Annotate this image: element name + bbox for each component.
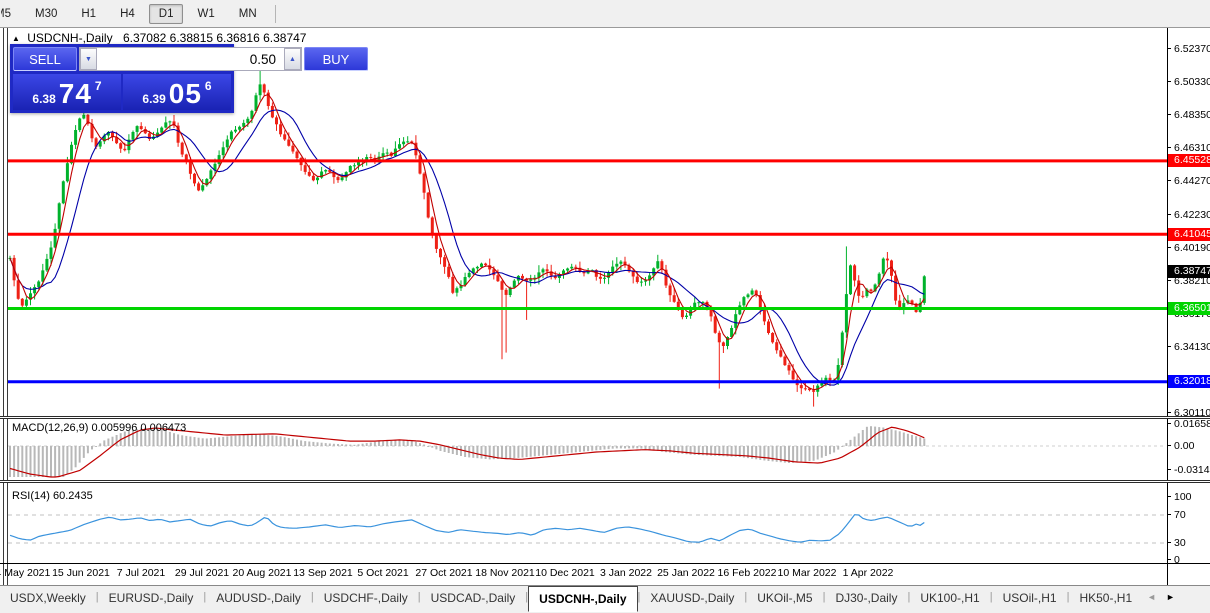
chart-symbol-period: USDCNH-,Daily [27, 31, 112, 45]
chart-tab-hk50-h1[interactable]: HK50-,H1 [1069, 587, 1142, 610]
chart-tab-usdchf-daily[interactable]: USDCHF-,Daily [314, 587, 418, 610]
macd-indicator-title: MACD(12,26,9) 0.005996 0.006473 [12, 422, 186, 434]
date-axis-label: 25 Jan 2022 [657, 567, 715, 579]
timeframe-button-m5[interactable]: M5 [0, 4, 21, 24]
chart-tab-xauusd-daily[interactable]: XAUUSD-,Daily [640, 587, 744, 610]
date-axis-label: 13 Sep 2021 [293, 567, 353, 579]
buy-price-integer: 6.39 [142, 91, 165, 107]
price-level-label: 6.32018 [1168, 375, 1210, 388]
chart-tab-dj30-daily[interactable]: DJ30-,Daily [825, 587, 907, 610]
rsi-indicator-title: RSI(14) 60.2435 [12, 490, 93, 502]
volume-decrease-button[interactable]: ▼ [80, 48, 97, 70]
date-axis-label: 1 Apr 2022 [843, 567, 894, 579]
trading-platform-window: M5M30H1H4D1W1MN ▲ USDCNH-,Daily 6.37082 … [0, 0, 1210, 613]
toolbar-separator [275, 5, 276, 23]
sell-price-pips: 74 [59, 81, 92, 107]
timeframe-button-m30[interactable]: M30 [25, 4, 67, 24]
price-level-label: 6.45528 [1168, 154, 1210, 167]
price-axis-tick: 6.50330 [1167, 76, 1210, 88]
price-level-label: 6.36501 [1168, 302, 1210, 315]
timeframe-button-list: M5M30H1H4D1W1MN [0, 4, 269, 24]
date-axis-label: 10 Mar 2022 [778, 567, 837, 579]
timeframe-button-h4[interactable]: H4 [110, 4, 145, 24]
date-axis-label: 18 Nov 2021 [475, 567, 535, 579]
buy-price-pips: 05 [169, 81, 202, 107]
ma-slow-line[interactable] [10, 110, 924, 385]
rsi-panel-bottom-border [0, 563, 1210, 564]
macd-signal-line [10, 427, 924, 477]
volume-increase-button[interactable]: ▲ [284, 48, 301, 70]
volume-stepper: ▼ ▲ [79, 47, 302, 71]
buy-price-display[interactable]: 6.39 05 6 [123, 74, 231, 110]
chevron-down-icon: ▼ [85, 56, 92, 63]
date-axis: 24 May 202115 Jun 2021 7 Jul 2021 29 Jul 2… [0, 566, 1210, 583]
rsi-axis-tick: 30 [1167, 537, 1186, 549]
price-axis-tick: 6.40190 [1167, 242, 1210, 254]
panel-separator[interactable] [0, 416, 1210, 419]
trade-panel-top-row: SELL ▼ ▲ BUY [13, 47, 231, 71]
chart-ohlc-values: 6.37082 6.38815 6.36816 6.38747 [123, 31, 307, 45]
price-level-label: 6.41045 [1168, 228, 1210, 241]
timeframe-toolbar: M5M30H1H4D1W1MN [0, 0, 1210, 28]
rsi-line [10, 515, 924, 543]
trade-panel-price-row: 6.38 74 7 6.39 05 6 [13, 74, 231, 110]
rsi-axis-tick: 0 [1167, 554, 1180, 566]
sell-price-point: 7 [95, 79, 102, 93]
buy-price-point: 6 [205, 79, 212, 93]
timeframe-button-w1[interactable]: W1 [187, 4, 224, 24]
chart-tab-usdcnh-daily[interactable]: USDCNH-,Daily [528, 586, 637, 612]
date-axis-label: 15 Jun 2021 [52, 567, 110, 579]
price-axis-tick: 6.48350 [1167, 109, 1210, 121]
macd-axis-tick: -0.031421 [1167, 464, 1210, 476]
buy-button[interactable]: BUY [304, 47, 368, 71]
macd-axis-tick: 0.016586 [1167, 418, 1210, 430]
chart-tab-eurusd-daily[interactable]: EURUSD-,Daily [99, 587, 204, 610]
panel-separator[interactable] [0, 480, 1210, 483]
date-axis-label: 7 Jul 2021 [117, 567, 165, 579]
timeframe-button-h1[interactable]: H1 [71, 4, 106, 24]
tab-scroll-right-icon[interactable]: ► [1161, 586, 1180, 608]
date-axis-label: 10 Dec 2021 [535, 567, 595, 579]
date-axis-label: 24 May 2021 [0, 567, 50, 579]
sell-price-integer: 6.38 [32, 91, 55, 107]
date-axis-label: 29 Jul 2021 [175, 567, 229, 579]
chart-tab-bar: USDX,Weekly|EURUSD-,Daily|AUDUSD-,Daily|… [0, 585, 1210, 613]
timeframe-button-mn[interactable]: MN [229, 4, 267, 24]
one-click-trade-panel: SELL ▼ ▲ BUY 6.38 74 7 6.39 05 6 [10, 44, 234, 113]
chart-tab-usdcad-daily[interactable]: USDCAD-,Daily [421, 587, 526, 610]
chart-title: ▲ USDCNH-,Daily 6.37082 6.38815 6.36816 … [12, 31, 306, 45]
price-axis-tick: 6.44270 [1167, 175, 1210, 187]
timeframe-button-d1[interactable]: D1 [149, 4, 184, 24]
price-axis-tick: 6.52370 [1167, 43, 1210, 55]
rsi-axis-tick: 100 [1167, 491, 1192, 503]
price-axis-tick: 6.46310 [1167, 142, 1210, 154]
date-axis-label: 20 Aug 2021 [233, 567, 292, 579]
price-axis-tick: 6.34130 [1167, 341, 1210, 353]
sell-button[interactable]: SELL [13, 47, 77, 71]
rsi-indicator-plot[interactable] [0, 484, 1210, 563]
date-axis-label: 5 Oct 2021 [357, 567, 408, 579]
chart-tab-uk100-h1[interactable]: UK100-,H1 [910, 587, 989, 610]
date-axis-label: 16 Feb 2022 [718, 567, 777, 579]
chevron-up-icon: ▲ [289, 56, 296, 63]
date-axis-label: 27 Oct 2021 [415, 567, 472, 579]
volume-input[interactable] [97, 48, 284, 70]
chart-tab-audusd-daily[interactable]: AUDUSD-,Daily [206, 587, 311, 610]
ma-fast-line[interactable] [10, 95, 924, 390]
macd-axis-tick: 0.00 [1167, 440, 1194, 452]
date-axis-label: 3 Jan 2022 [600, 567, 652, 579]
chart-tab-usoil-h1[interactable]: USOil-,H1 [993, 587, 1067, 610]
candlestick-series [9, 68, 926, 407]
chart-tab-ukoil-m5[interactable]: UKOil-,M5 [747, 587, 822, 610]
sell-price-display[interactable]: 6.38 74 7 [13, 74, 121, 110]
price-axis-tick: 6.42230 [1167, 209, 1210, 221]
current-price-label: 6.38747 [1168, 265, 1210, 278]
rsi-axis-tick: 70 [1167, 509, 1186, 521]
price-axis: 6.52370 6.50330 6.48350 6.46310 6.44270 6.422… [1167, 0, 1210, 613]
collapse-triangle-icon[interactable]: ▲ [12, 34, 20, 43]
chart-tab-usdx-weekly[interactable]: USDX,Weekly [0, 587, 96, 610]
tab-scroll-left-icon[interactable]: ◄ [1142, 586, 1161, 608]
